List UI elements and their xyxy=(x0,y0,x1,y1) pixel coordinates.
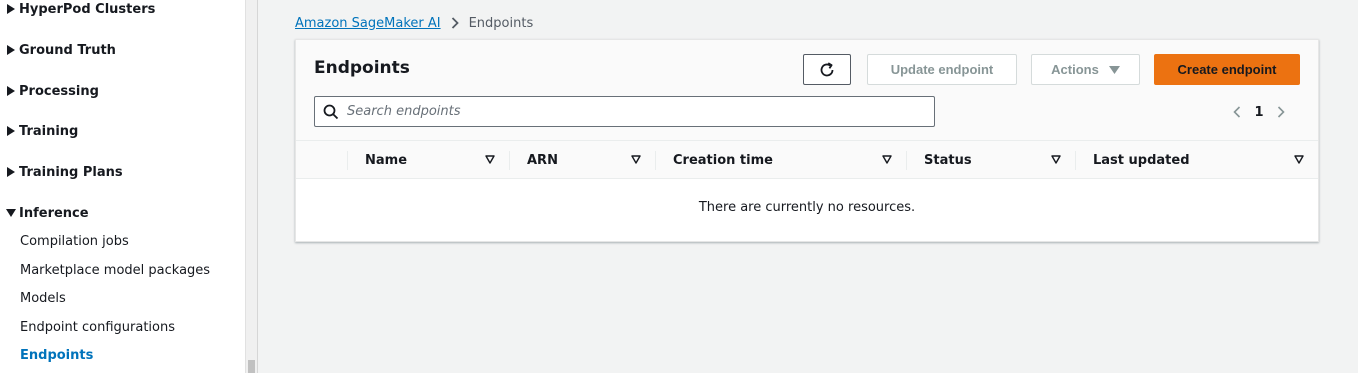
column-label: Last updated xyxy=(1093,152,1190,168)
column-header-arn[interactable]: ARN xyxy=(509,141,655,179)
column-divider xyxy=(509,151,510,170)
sidebar-section-label: Training xyxy=(19,123,79,139)
actions-dropdown-button[interactable]: Actions xyxy=(1031,54,1140,85)
sidebar-nav: HyperPod Clusters Ground Truth Processin… xyxy=(0,0,245,373)
chevron-right-icon xyxy=(451,17,459,29)
column-header-last-updated[interactable]: Last updated xyxy=(1075,141,1318,179)
update-endpoint-button[interactable]: Update endpoint xyxy=(867,54,1017,85)
page-number[interactable]: 1 xyxy=(1252,105,1266,120)
sidebar-item-endpoints[interactable]: Endpoints xyxy=(20,346,93,366)
create-endpoint-button[interactable]: Create endpoint xyxy=(1154,54,1300,85)
sidebar-item-models[interactable]: Models xyxy=(20,289,66,309)
sidebar-section-inference[interactable]: Inference xyxy=(0,202,89,224)
sort-icon xyxy=(882,155,892,164)
refresh-button[interactable] xyxy=(803,54,851,85)
caret-right-icon xyxy=(0,86,19,96)
column-divider xyxy=(906,151,907,170)
column-header-name[interactable]: Name xyxy=(347,141,509,179)
sort-icon xyxy=(1051,155,1061,164)
search-icon xyxy=(323,104,339,120)
sidebar-section-hyperpod-clusters[interactable]: HyperPod Clusters xyxy=(0,0,155,20)
sidebar-section-label: HyperPod Clusters xyxy=(19,1,156,17)
sidebar-section-training[interactable]: Training xyxy=(0,120,78,142)
sidebar-section-ground-truth[interactable]: Ground Truth xyxy=(0,39,116,61)
column-label: ARN xyxy=(527,152,558,168)
actions-label: Actions xyxy=(1051,62,1099,77)
sidebar-section-label: Ground Truth xyxy=(19,42,116,58)
column-header-creation-time[interactable]: Creation time xyxy=(655,141,906,179)
endpoints-panel: Endpoints Update endpoint Actions Create… xyxy=(295,39,1319,242)
column-header-status[interactable]: Status xyxy=(906,141,1075,179)
previous-page-button[interactable] xyxy=(1226,106,1248,118)
empty-state-message: There are currently no resources. xyxy=(698,200,916,215)
column-divider xyxy=(655,151,656,170)
panel-header: Endpoints Update endpoint Actions Create… xyxy=(296,40,1318,141)
next-page-button[interactable] xyxy=(1270,106,1292,118)
sidebar-section-training-plans[interactable]: Training Plans xyxy=(0,161,123,183)
sidebar-scrollbar-thumb[interactable] xyxy=(248,360,255,373)
breadcrumb-link-sagemaker[interactable]: Amazon SageMaker AI xyxy=(295,16,441,31)
sidebar-item-endpoint-configurations[interactable]: Endpoint configurations xyxy=(20,318,175,338)
column-divider xyxy=(1075,151,1076,170)
sidebar-item-compilation-jobs[interactable]: Compilation jobs xyxy=(20,232,129,252)
table-header: Name ARN Creation time Status Last updat… xyxy=(296,141,1318,179)
sort-icon xyxy=(631,155,641,164)
caret-right-icon xyxy=(0,4,19,14)
caret-right-icon xyxy=(0,45,19,55)
sidebar-section-processing[interactable]: Processing xyxy=(0,80,99,102)
refresh-icon xyxy=(819,61,835,78)
column-divider xyxy=(347,151,348,170)
caret-down-icon xyxy=(1108,65,1120,74)
caret-down-icon xyxy=(0,209,19,217)
sort-icon xyxy=(485,155,495,164)
search-input[interactable] xyxy=(347,104,907,119)
breadcrumb-current: Endpoints xyxy=(468,15,534,31)
caret-right-icon xyxy=(0,167,19,177)
pagination: 1 xyxy=(1226,102,1292,122)
column-label: Name xyxy=(365,152,408,168)
sidebar-section-label: Processing xyxy=(19,83,99,99)
sort-icon xyxy=(1294,155,1304,164)
sidebar-item-marketplace-model-packages[interactable]: Marketplace model packages xyxy=(20,261,210,281)
sidebar-section-label: Inference xyxy=(19,205,89,221)
column-label: Status xyxy=(924,152,972,168)
search-box xyxy=(314,96,935,127)
caret-right-icon xyxy=(0,126,19,136)
sidebar-section-label: Training Plans xyxy=(19,164,123,180)
page-title: Endpoints xyxy=(314,58,410,78)
breadcrumb: Amazon SageMaker AI Endpoints xyxy=(295,14,533,32)
sidebar-scrollbar[interactable] xyxy=(245,0,258,373)
column-label: Creation time xyxy=(673,152,773,168)
